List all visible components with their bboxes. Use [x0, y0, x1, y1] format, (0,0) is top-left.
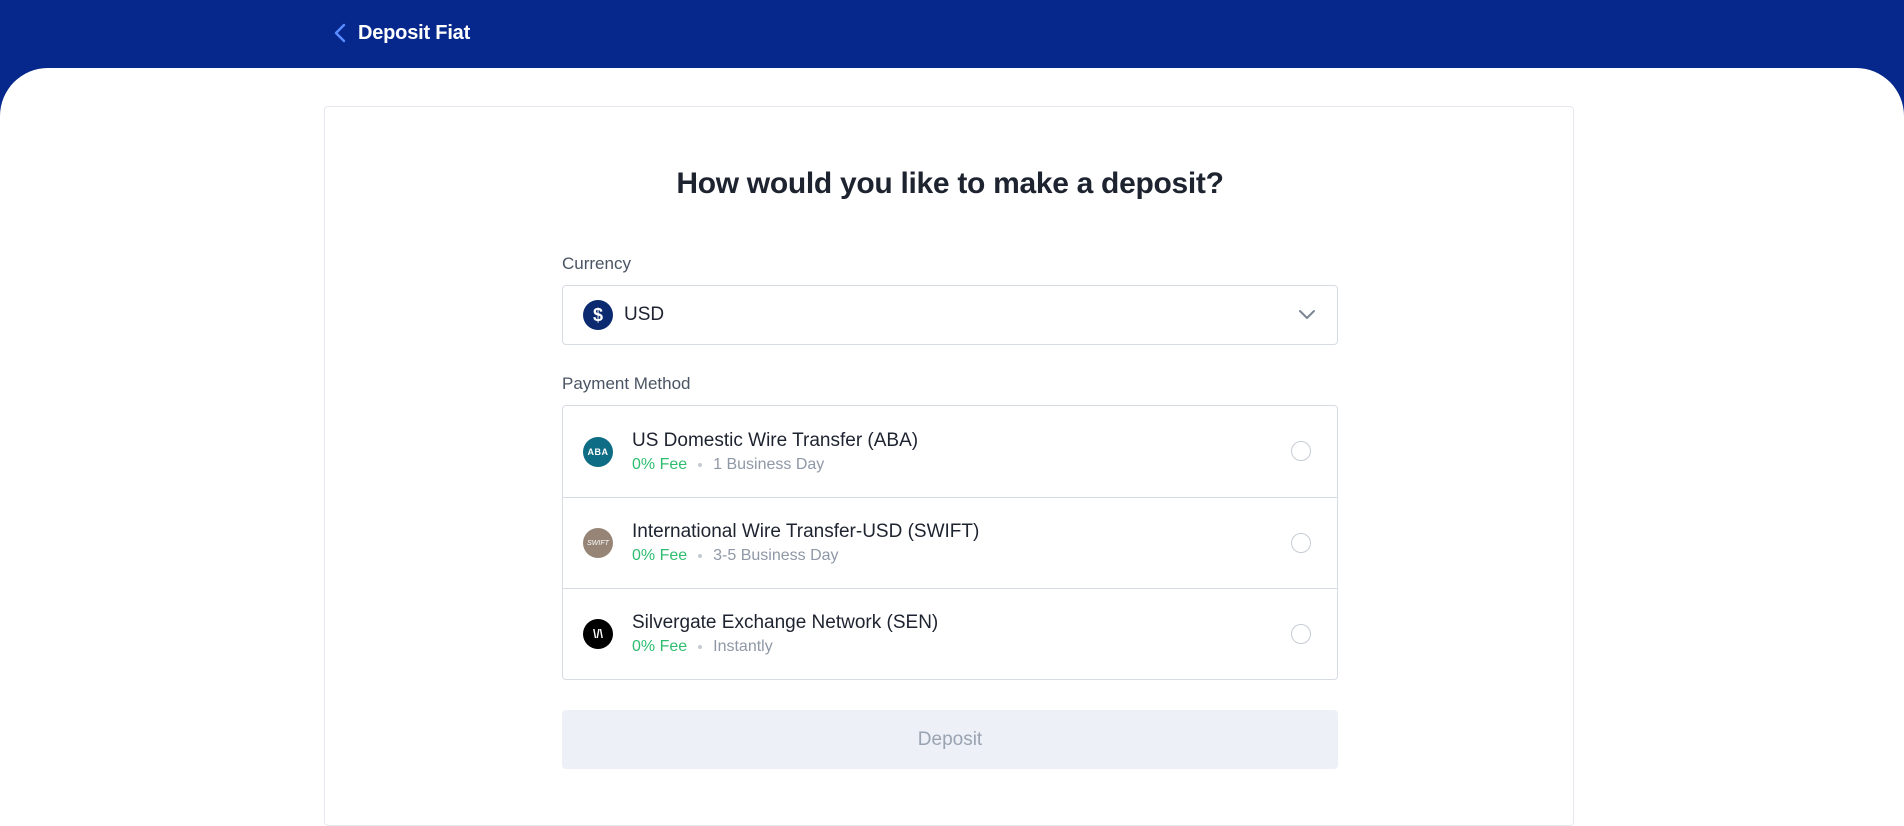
- payment-option-name: US Domestic Wire Transfer (ABA): [632, 429, 919, 451]
- deposit-form: Currency $ USD Payment Method ABA US Dom…: [562, 253, 1338, 769]
- payment-method-label: Payment Method: [562, 374, 691, 393]
- currency-label: Currency: [562, 254, 631, 273]
- fee-text: 0% Fee: [632, 547, 688, 564]
- payment-option-swift[interactable]: SWIFT International Wire Transfer-USD (S…: [563, 497, 1337, 588]
- separator-dot: [698, 554, 703, 558]
- deposit-button[interactable]: Deposit: [562, 710, 1338, 769]
- dollar-icon: $: [583, 300, 613, 330]
- header-bar: Deposit Fiat: [332, 0, 470, 66]
- currency-select[interactable]: $ USD: [562, 285, 1338, 345]
- payment-method-list: ABA US Domestic Wire Transfer (ABA) 0% F…: [562, 405, 1338, 680]
- swift-icon: SWIFT: [583, 528, 613, 558]
- payment-option-radio[interactable]: [1291, 624, 1311, 644]
- back-button[interactable]: Deposit Fiat: [332, 22, 470, 45]
- deposit-card: How would you like to make a deposit? Cu…: [324, 106, 1574, 826]
- deposit-question-heading: How would you like to make a deposit?: [676, 167, 1224, 200]
- chevron-down-icon[interactable]: [1297, 304, 1317, 324]
- payment-option-name: International Wire Transfer-USD (SWIFT): [632, 521, 980, 542]
- page-title: Deposit Fiat: [358, 21, 471, 44]
- sen-icon: \/\: [583, 619, 613, 649]
- aba-icon: ABA: [583, 436, 613, 467]
- fee-text: 0% Fee: [632, 455, 688, 473]
- payment-option-radio[interactable]: [1291, 441, 1311, 461]
- payment-option-sen[interactable]: \/\ Silvergate Exchange Network (SEN) 0%…: [563, 588, 1337, 679]
- processing-time: 1 Business Day: [713, 455, 825, 473]
- payment-option-aba[interactable]: ABA US Domestic Wire Transfer (ABA) 0% F…: [563, 406, 1337, 497]
- chevron-left-icon[interactable]: [332, 22, 348, 44]
- fee-text: 0% Fee: [632, 638, 688, 655]
- separator-dot: [698, 645, 703, 649]
- processing-time: Instantly: [713, 638, 773, 655]
- separator-dot: [698, 462, 703, 467]
- processing-time: 3-5 Business Day: [713, 547, 839, 564]
- payment-option-name: Silvergate Exchange Network (SEN): [632, 612, 939, 633]
- currency-selected-value: USD: [624, 304, 665, 325]
- payment-option-radio[interactable]: [1291, 533, 1311, 553]
